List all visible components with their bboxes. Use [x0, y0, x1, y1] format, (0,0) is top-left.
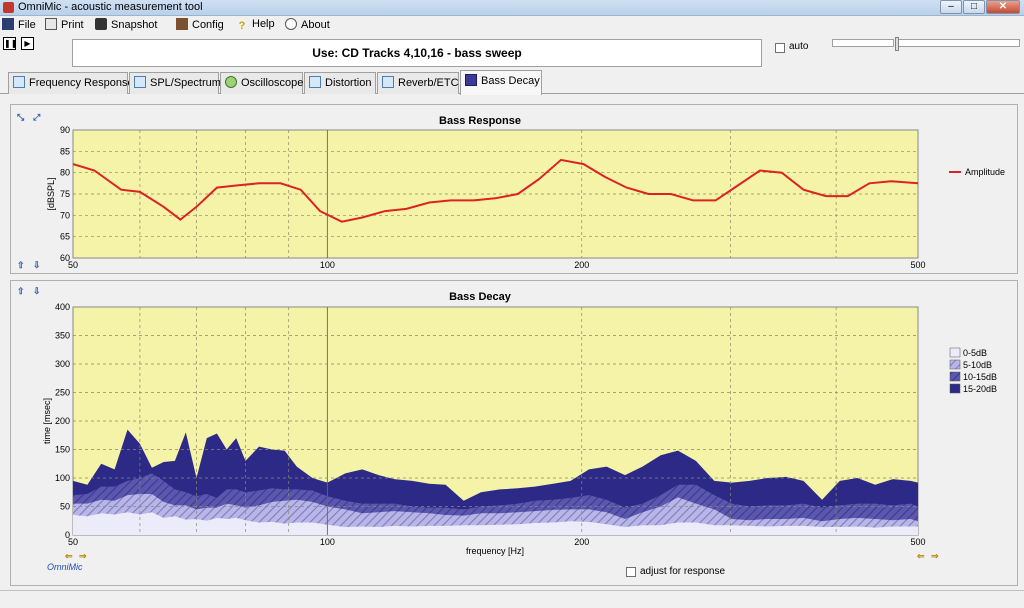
x-tick-label: 500 [910, 537, 925, 547]
legend-swatch [949, 347, 961, 358]
y-tick-label: 100 [55, 473, 70, 483]
x-tick-label: 200 [574, 537, 589, 547]
status-bar [0, 590, 1024, 608]
x-tick-label: 100 [320, 537, 335, 547]
y-tick-label: 250 [55, 388, 70, 398]
y-tick-label: 50 [60, 502, 70, 512]
y-axis-ticks: 050100150200250300350400 [55, 302, 70, 540]
x-axis-label: frequency [Hz] [466, 546, 524, 556]
chart-title: Bass Decay [449, 291, 512, 303]
legend-label: 15-20dB [963, 384, 997, 394]
y-axis-label: time [msec] [42, 398, 52, 444]
legend-swatch [949, 383, 961, 394]
legend-swatch [949, 359, 961, 370]
y-tick-label: 300 [55, 359, 70, 369]
bass-decay-chart: 050100150200250300350400 50 100 200 500 Bas… [42, 291, 997, 556]
legend-swatch [949, 371, 961, 382]
y-tick-label: 400 [55, 302, 70, 312]
x-tick-label: 50 [68, 537, 78, 547]
y-tick-label: 200 [55, 416, 70, 426]
y-tick-label: 150 [55, 445, 70, 455]
legend-label: 10-15dB [963, 372, 997, 382]
y-tick-label: 350 [55, 331, 70, 341]
legend: 0-5dB 5-10dB 10-15dB 15-20dB [949, 347, 997, 394]
legend-label: 0-5dB [963, 348, 987, 358]
legend-label: 5-10dB [963, 360, 992, 370]
